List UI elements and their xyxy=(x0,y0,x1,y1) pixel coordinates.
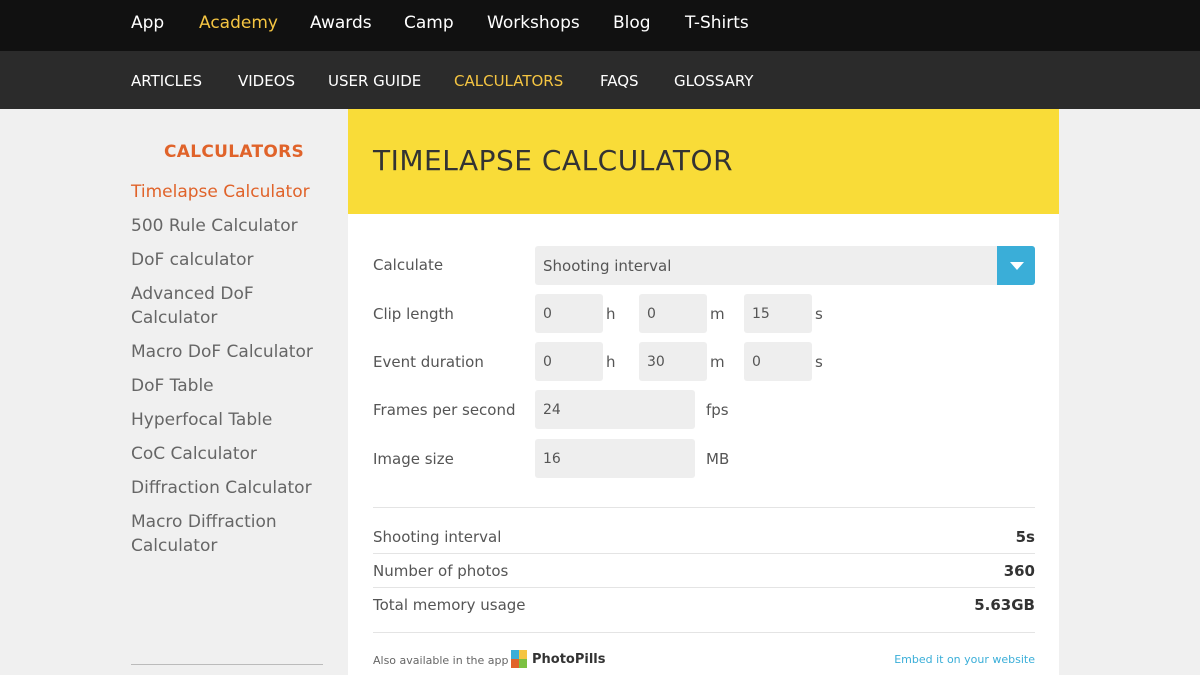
top-nav-camp[interactable]: Camp xyxy=(404,13,454,33)
hours-unit: h xyxy=(606,353,616,371)
sidebar-divider xyxy=(131,664,323,665)
sidebar-item-advanced-dof-calculator[interactable]: Advanced DoF Calculator xyxy=(131,282,281,330)
sub-nav-glossary[interactable]: GLOSSARY xyxy=(674,72,753,90)
sub-nav-articles[interactable]: ARTICLES xyxy=(131,72,202,90)
sidebar-item-hyperfocal-table[interactable]: Hyperfocal Table xyxy=(131,408,331,432)
sub-nav-calculators[interactable]: CALCULATORS xyxy=(454,72,563,90)
top-nav-workshops[interactable]: Workshops xyxy=(487,13,580,33)
minutes-unit: m xyxy=(710,353,725,371)
results-divider xyxy=(373,553,1035,554)
calculate-select-value: Shooting interval xyxy=(543,257,672,275)
top-nav-blog[interactable]: Blog xyxy=(613,13,651,33)
page-title: TIMELAPSE CALCULATOR xyxy=(373,144,734,177)
calculate-select[interactable]: Shooting interval xyxy=(535,246,1035,285)
fps-label: Frames per second xyxy=(373,401,516,419)
sub-nav-videos[interactable]: VIDEOS xyxy=(238,72,295,90)
sub-navigation: ARTICLES VIDEOS USER GUIDE CALCULATORS F… xyxy=(0,51,1200,109)
result-value: 5s xyxy=(1015,528,1035,546)
result-value: 360 xyxy=(1003,562,1035,580)
calculator-header: TIMELAPSE CALCULATOR xyxy=(348,109,1059,214)
footer-divider xyxy=(373,632,1035,633)
clip-length-minutes-input[interactable]: 0 xyxy=(639,294,707,333)
seconds-unit: s xyxy=(815,305,823,323)
clip-length-seconds-input[interactable]: 15 xyxy=(744,294,812,333)
fps-unit: fps xyxy=(706,401,729,419)
sub-nav-user-guide[interactable]: USER GUIDE xyxy=(328,72,421,90)
top-nav-awards[interactable]: Awards xyxy=(310,13,372,33)
result-value: 5.63GB xyxy=(974,596,1035,614)
hours-unit: h xyxy=(606,305,616,323)
result-label: Shooting interval xyxy=(373,528,502,546)
top-nav-app[interactable]: App xyxy=(131,13,164,33)
image-size-input[interactable]: 16 xyxy=(535,439,695,478)
sidebar-item-timelapse-calculator[interactable]: Timelapse Calculator xyxy=(131,180,331,204)
minutes-unit: m xyxy=(710,305,725,323)
results-divider xyxy=(373,587,1035,588)
fps-input[interactable]: 24 xyxy=(535,390,695,429)
select-dropdown-button[interactable] xyxy=(997,246,1035,285)
event-duration-hours-input[interactable]: 0 xyxy=(535,342,603,381)
results-divider xyxy=(373,507,1035,508)
top-nav-tshirts[interactable]: T-Shirts xyxy=(685,13,749,33)
app-availability-note: Also available in the app xyxy=(373,654,509,667)
result-label: Number of photos xyxy=(373,562,509,580)
sidebar-item-macro-diffraction-calculator[interactable]: Macro Diffraction Calculator xyxy=(131,510,291,558)
sidebar-item-500-rule-calculator[interactable]: 500 Rule Calculator xyxy=(131,214,331,238)
event-duration-minutes-input[interactable]: 30 xyxy=(639,342,707,381)
image-size-unit: MB xyxy=(706,450,730,468)
chevron-down-icon xyxy=(1010,262,1024,270)
event-duration-seconds-input[interactable]: 0 xyxy=(744,342,812,381)
top-nav-academy[interactable]: Academy xyxy=(199,13,278,33)
calculate-label: Calculate xyxy=(373,256,444,274)
event-duration-label: Event duration xyxy=(373,353,484,371)
sidebar-item-macro-dof-calculator[interactable]: Macro DoF Calculator xyxy=(131,340,331,364)
photopills-app-name[interactable]: PhotoPills xyxy=(532,652,606,667)
result-label: Total memory usage xyxy=(373,596,526,614)
top-navigation: App Academy Awards Camp Workshops Blog T… xyxy=(0,0,1200,51)
sub-nav-faqs[interactable]: FAQS xyxy=(600,72,639,90)
calculator-panel: TIMELAPSE CALCULATOR Calculate Shooting … xyxy=(348,109,1059,675)
sidebar-item-coc-calculator[interactable]: CoC Calculator xyxy=(131,442,331,466)
image-size-label: Image size xyxy=(373,450,454,468)
sidebar-item-diffraction-calculator[interactable]: Diffraction Calculator xyxy=(131,476,331,500)
clip-length-label: Clip length xyxy=(373,305,454,323)
clip-length-hours-input[interactable]: 0 xyxy=(535,294,603,333)
photopills-logo-icon xyxy=(511,650,527,668)
sidebar-title: CALCULATORS xyxy=(164,142,305,162)
sidebar-item-dof-calculator[interactable]: DoF calculator xyxy=(131,248,331,272)
seconds-unit: s xyxy=(815,353,823,371)
sidebar-item-dof-table[interactable]: DoF Table xyxy=(131,374,331,398)
embed-link[interactable]: Embed it on your website xyxy=(894,653,1035,666)
